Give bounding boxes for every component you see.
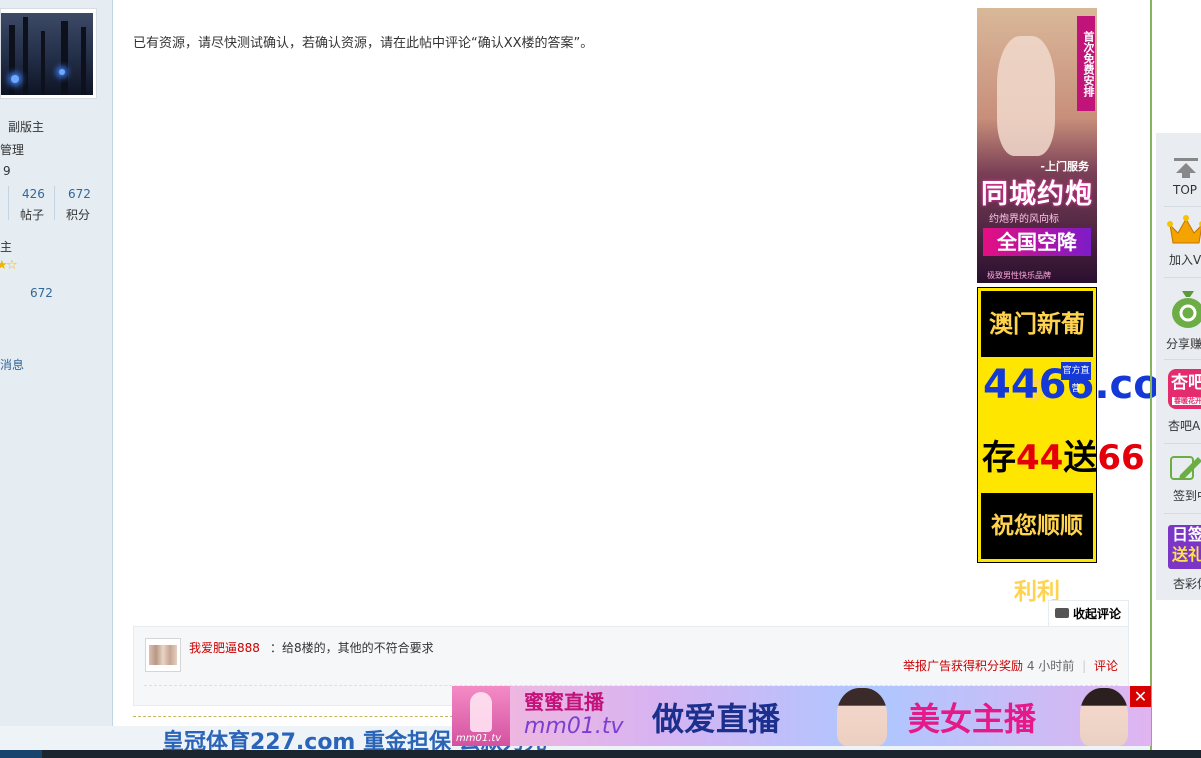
- ad1-ribbon: 全国空降: [983, 228, 1091, 256]
- post-divider: [133, 716, 453, 717]
- author-avatar[interactable]: [0, 8, 97, 99]
- nav-lottery-button[interactable]: 日签送礼 杏彩体: [1164, 521, 1201, 591]
- posts-count[interactable]: 426: [22, 187, 45, 201]
- nav-share-label: 分享赚: [1166, 337, 1201, 351]
- ad-model-image: [1080, 688, 1128, 746]
- stat-divider: [8, 186, 9, 220]
- send-message-link[interactable]: 消息: [0, 356, 24, 373]
- ad-model-image: [997, 36, 1055, 156]
- report-ad-link[interactable]: 举报广告获得积分奖励: [903, 659, 1023, 673]
- ad-title: 蜜蜜直播: [524, 690, 604, 714]
- nav-divider: [1164, 359, 1201, 360]
- ad-headline-2: 美女主播: [908, 700, 1037, 738]
- crown-icon: [1167, 215, 1201, 244]
- post-body: 已有资源，请尽快测试确认，若确认资源，请在此帖中评论“确认XX楼的答案”。: [133, 36, 594, 51]
- ad2-offer-part: 送: [1063, 438, 1098, 478]
- ad-model-image: [837, 688, 887, 746]
- ad2-official-tag: 官方直营: [1061, 362, 1091, 394]
- ad2-offer-part: 44: [1016, 438, 1064, 478]
- comment-icon: [1055, 608, 1069, 618]
- nav-divider: [1164, 443, 1201, 444]
- role-label: 副版主: [8, 120, 45, 134]
- xingba-logo-icon: 杏吧 春暖花开: [1168, 369, 1201, 409]
- ad1-headline: 同城约炮: [981, 179, 1093, 210]
- floating-right-nav: TOP 加入V 分享赚 杏吧 春暖花开 杏吧AI 签到中: [1156, 133, 1201, 600]
- nav-top-button[interactable]: TOP: [1164, 155, 1201, 205]
- nav-signin-label: 签到中: [1173, 489, 1201, 503]
- daily-sign-bottom: 送礼: [1171, 545, 1201, 564]
- nav-divider: [1164, 206, 1201, 207]
- ad2-offer: 存44送66: [982, 430, 1145, 479]
- xingba-logo-subtext: 春暖花开: [1172, 397, 1201, 405]
- ad-banner-1[interactable]: 首次免费安排 -上门服务 同城约炮 约炮界的风向标 全国空降 极致男性快乐品牌: [977, 8, 1097, 283]
- user-group: 主: [0, 240, 13, 254]
- ad-logo: mm01.tv: [452, 686, 510, 746]
- ad2-offer-part: 66: [1097, 438, 1145, 478]
- nav-signin-button[interactable]: 签到中: [1164, 451, 1201, 505]
- nav-ai-label: 杏吧AI: [1168, 419, 1201, 433]
- credits-count[interactable]: 672: [68, 187, 91, 201]
- ad2-brand: 澳门新葡京: [981, 291, 1093, 404]
- credits-label: 积分: [66, 208, 91, 222]
- ad1-subline: 约炮界的风向标: [989, 214, 1059, 225]
- ad1-side-text: 首次免费安排: [1077, 16, 1095, 111]
- author-sidebar: 副版主 管理 9 426 帖子 672 积分 主 ★ ☆ 672 消息: [0, 0, 113, 758]
- nav-ai-button[interactable]: 杏吧 春暖花开 杏吧AI: [1164, 367, 1201, 433]
- posts-label: 帖子: [20, 208, 45, 222]
- commenter-avatar-image: [149, 645, 177, 665]
- nav-share-button[interactable]: 分享赚: [1164, 283, 1201, 355]
- comment-time: 4 小时前: [1026, 659, 1075, 673]
- points-value: 672: [30, 286, 53, 300]
- ad2-slogan: 祝您顺顺利利: [981, 493, 1093, 605]
- nav-divider: [1164, 277, 1201, 278]
- role-secondary: 管理: [0, 143, 25, 157]
- meta-divider: |: [1082, 659, 1087, 673]
- bottom-toolbar-start: [0, 750, 42, 758]
- level-number: 9: [3, 164, 11, 178]
- comment-meta: 举报广告获得积分奖励 4 小时前 | 评论: [903, 657, 1118, 674]
- stat-divider: [54, 186, 55, 220]
- ad-headline: 做爱直播: [652, 700, 781, 738]
- collapse-comments-button[interactable]: 收起评论: [1048, 600, 1130, 627]
- nav-divider: [1164, 513, 1201, 514]
- page-border: [1150, 0, 1152, 758]
- close-icon[interactable]: ✕: [1130, 686, 1151, 707]
- ad1-footer: 极致男性快乐品牌: [987, 271, 1051, 280]
- money-bag-icon: [1172, 291, 1201, 328]
- nav-vip-label: 加入V: [1169, 253, 1201, 267]
- reply-comment-link[interactable]: 评论: [1094, 659, 1118, 673]
- comment-text: ：给8楼的，其他的不符合要求: [270, 641, 434, 655]
- star-icon: ☆: [6, 258, 18, 273]
- avatar-image: [1, 13, 93, 95]
- daily-sign-icon: 日签 送礼: [1168, 525, 1201, 569]
- nav-vip-button[interactable]: 加入V: [1164, 211, 1201, 271]
- commenter-name[interactable]: 我爱肥逼888: [189, 639, 260, 656]
- pencil-icon: [1170, 456, 1201, 480]
- daily-sign-top: 日签: [1171, 525, 1201, 544]
- ad2-offer-part: 存: [982, 438, 1016, 478]
- ad-banner-2[interactable]: 澳门新葡京 4466.com 官方直营 存44送66 祝您顺顺利利: [977, 287, 1201, 605]
- collapse-comments-label: 收起评论: [1073, 607, 1122, 621]
- nav-lottery-label: 杏彩体: [1173, 577, 1201, 591]
- xingba-logo-text: 杏吧: [1171, 373, 1201, 393]
- nav-top-label: TOP: [1173, 183, 1198, 197]
- floating-ad[interactable]: mm01.tv 蜜蜜直播 mm01.tv 做爱直播 美女主播: [452, 686, 1151, 746]
- commenter-avatar[interactable]: [145, 638, 181, 672]
- ad-url: mm01.tv: [524, 714, 624, 739]
- bottom-toolbar: [0, 750, 1201, 758]
- ad-logo-text: mm01.tv: [456, 733, 502, 744]
- arrow-up-icon: [1174, 158, 1198, 178]
- ad-logo-figure: [470, 692, 492, 732]
